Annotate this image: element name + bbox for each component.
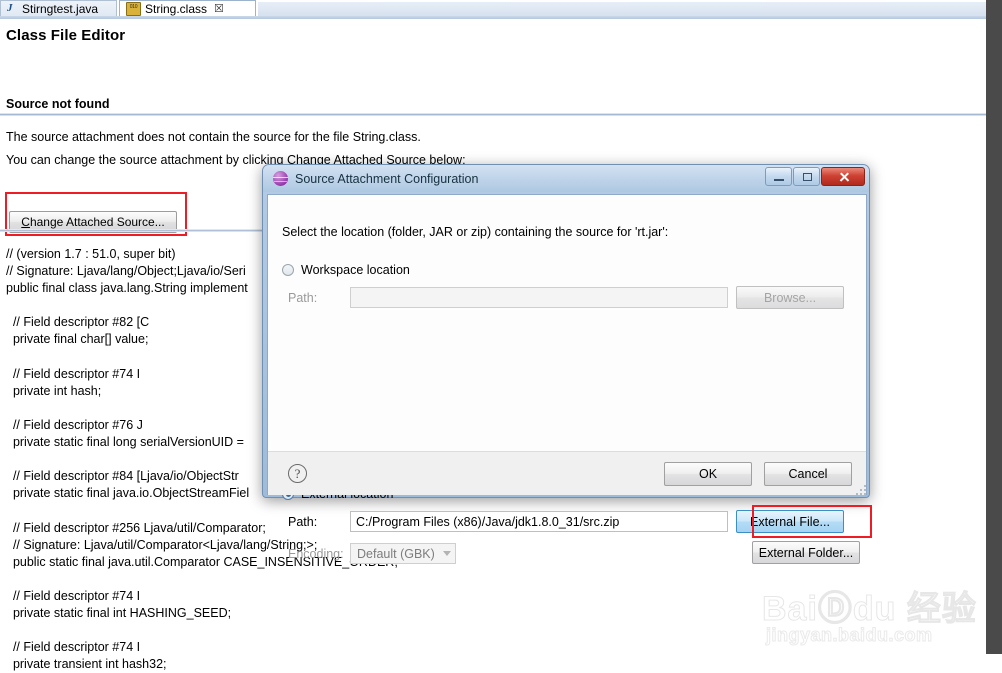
source-not-found-heading: Source not found bbox=[6, 97, 110, 111]
code-line: // Field descriptor #74 I bbox=[6, 588, 141, 603]
editor-tab-bar: Stirngtest.java String.class ☒ bbox=[0, 0, 986, 19]
code-line: private transient int hash32; bbox=[6, 657, 167, 672]
tab-close-icon[interactable]: ☒ bbox=[214, 3, 224, 15]
accelerator-letter: C bbox=[21, 215, 30, 229]
tab-string-class[interactable]: String.class ☒ bbox=[119, 0, 256, 17]
source-attachment-configuration-dialog: Source Attachment Configuration Select t… bbox=[262, 164, 872, 564]
baidu-watermark: BaiⒹdu 经验 jingyan.baidu.com bbox=[762, 581, 977, 653]
cancel-button[interactable]: Cancel bbox=[764, 462, 852, 486]
eclipse-sphere-icon bbox=[273, 171, 288, 186]
external-file-button-highlight bbox=[752, 505, 872, 538]
chevron-down-icon bbox=[443, 551, 451, 556]
dialog-title-bar[interactable]: Source Attachment Configuration bbox=[263, 165, 869, 192]
watermark-sub-text: jingyan.baidu.com bbox=[766, 625, 933, 646]
workspace-location-radio[interactable] bbox=[282, 264, 294, 276]
code-line: private static final int HASHING_SEED; bbox=[6, 605, 232, 620]
dialog-body: Select the location (folder, JAR or zip)… bbox=[267, 194, 872, 564]
maximize-button[interactable] bbox=[793, 167, 820, 186]
watermark-main-text: BaiⒹdu 经验 bbox=[762, 590, 977, 629]
heading-divider bbox=[0, 113, 986, 116]
desktop-right-gutter bbox=[986, 0, 1002, 654]
workspace-path-row: Path: Browse... bbox=[288, 286, 844, 309]
dialog-prompt-text: Select the location (folder, JAR or zip)… bbox=[282, 225, 669, 239]
encoding-label: Encoding: bbox=[288, 546, 344, 561]
encoding-selected-value: Default (GBK) bbox=[357, 546, 435, 561]
dialog-resize-grip[interactable] bbox=[854, 483, 866, 495]
encoding-row: Encoding: Default (GBK) External Folder.… bbox=[288, 541, 860, 564]
page-title: Class File Editor bbox=[6, 27, 126, 44]
external-folder-button[interactable]: External Folder... bbox=[752, 541, 860, 564]
browse-button[interactable]: Browse... bbox=[736, 286, 844, 309]
workspace-path-input[interactable] bbox=[350, 287, 728, 308]
encoding-select[interactable]: Default (GBK) bbox=[350, 543, 456, 564]
dialog-footer: ? OK Cancel bbox=[268, 452, 866, 495]
workspace-path-label: Path: bbox=[288, 290, 318, 305]
workspace-location-radio-row[interactable]: Workspace location bbox=[282, 263, 410, 277]
external-path-label: Path: bbox=[288, 514, 318, 529]
minimize-button[interactable] bbox=[765, 167, 792, 186]
close-button[interactable] bbox=[821, 167, 865, 186]
workspace-location-label: Workspace location bbox=[301, 263, 410, 277]
window-controls bbox=[764, 167, 865, 186]
dialog-content-area: Select the location (folder, JAR or zip)… bbox=[268, 195, 872, 564]
class-file-icon bbox=[126, 2, 141, 16]
change-attached-source-label: hange Attached Source... bbox=[29, 215, 165, 229]
java-file-icon bbox=[7, 2, 18, 15]
dialog-title: Source Attachment Configuration bbox=[295, 171, 479, 186]
tab-label: String.class bbox=[145, 2, 208, 16]
description-line-1: The source attachment does not contain t… bbox=[6, 130, 421, 144]
ok-button[interactable]: OK bbox=[664, 462, 752, 486]
external-path-input[interactable]: C:/Program Files (x86)/Java/jdk1.8.0_31/… bbox=[350, 511, 728, 532]
help-icon[interactable]: ? bbox=[288, 464, 307, 483]
tab-label: Stirngtest.java bbox=[22, 2, 99, 16]
tab-stirngtest-java[interactable]: Stirngtest.java bbox=[0, 0, 117, 17]
